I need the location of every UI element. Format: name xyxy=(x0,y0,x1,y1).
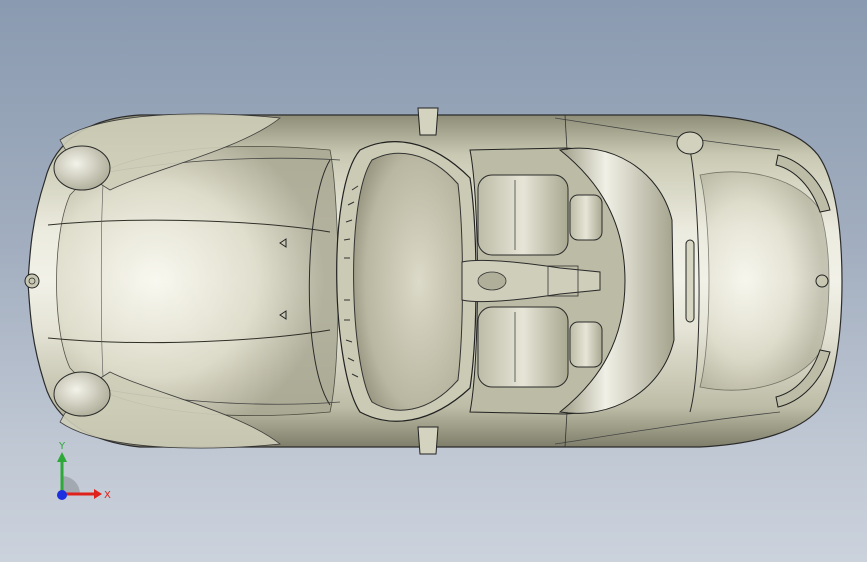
y-axis-label: Y xyxy=(58,441,66,452)
headlight-left xyxy=(53,145,111,191)
windshield-glass xyxy=(353,152,463,411)
fuel-cap xyxy=(676,131,704,155)
third-brake-light xyxy=(685,239,695,323)
x-axis-label: X xyxy=(104,490,111,501)
x-axis-arrow xyxy=(94,489,102,499)
mirror-right xyxy=(417,426,439,455)
seat-left xyxy=(477,174,569,256)
z-axis-dot xyxy=(57,490,67,500)
y-axis-arrow xyxy=(57,452,67,462)
mirror-left xyxy=(417,107,439,136)
seat-right xyxy=(477,306,569,388)
headlight-right xyxy=(53,371,111,417)
car-model-top-view[interactable] xyxy=(0,0,867,562)
graphics-viewport[interactable]: X Y xyxy=(0,0,867,562)
hood-panel xyxy=(56,146,339,416)
axis-triad: X Y xyxy=(57,441,111,501)
rear-badge xyxy=(815,274,829,288)
trunk-panel xyxy=(699,171,830,391)
front-badge xyxy=(24,273,40,289)
